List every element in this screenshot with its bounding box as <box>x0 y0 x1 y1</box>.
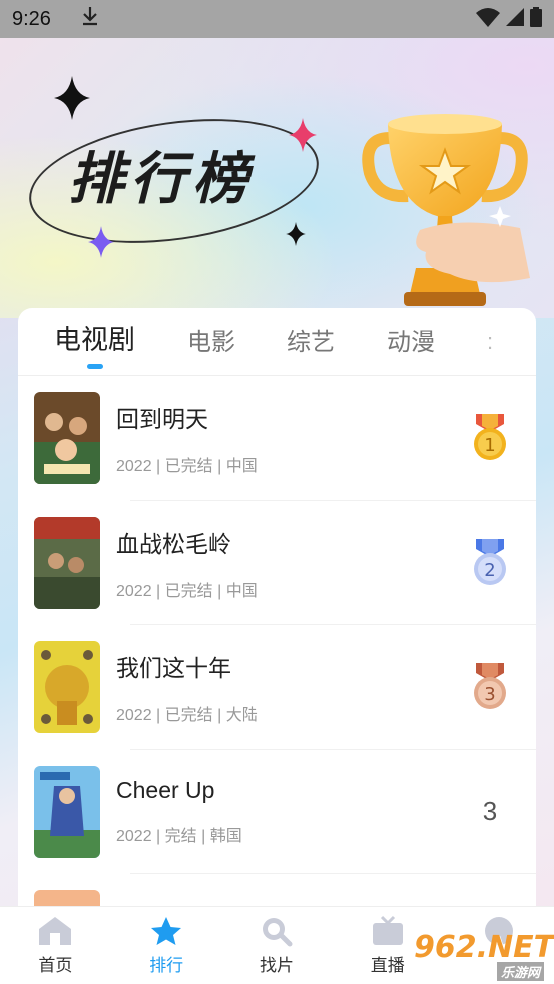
poster-thumbnail <box>34 516 100 609</box>
poster-thumbnail <box>34 765 100 858</box>
sparkle-icon <box>54 76 90 120</box>
category-tabs: 电视剧 电影 综艺 动漫 : <box>18 308 536 376</box>
watermark-main: 962.NET <box>414 930 554 965</box>
tab-movie[interactable]: 电影 <box>187 322 235 375</box>
home-icon <box>39 917 72 945</box>
svg-text:3: 3 <box>484 684 495 705</box>
svg-text:1: 1 <box>484 435 495 456</box>
tab-more-indicator[interactable]: : <box>487 329 493 375</box>
nav-live-label: 直播 <box>370 956 405 975</box>
search-icon <box>262 918 293 947</box>
tv-icon <box>372 915 403 945</box>
nav-find[interactable]: 找片 <box>222 907 333 984</box>
nav-find-label: 找片 <box>259 956 294 975</box>
signal-icon <box>506 7 524 31</box>
wifi-icon <box>476 7 500 32</box>
ranking-row[interactable]: 血战松毛岭 2022 | 已完结 | 中国 2 <box>18 501 536 626</box>
sparkle-purple-icon <box>88 226 114 258</box>
svg-text:2: 2 <box>484 560 495 581</box>
ranking-list: 回到明天 2022 | 已完结 | 中国 1 血战松毛岭 2022 | 已完结 … <box>18 376 536 928</box>
page-title: 排行榜 <box>68 147 254 212</box>
nav-ranking[interactable]: 排行 <box>111 907 222 984</box>
rank-number: 3 <box>470 787 510 837</box>
download-icon <box>81 6 99 32</box>
battery-icon <box>530 6 542 32</box>
nav-home-label: 首页 <box>38 956 73 975</box>
ranking-row[interactable]: 回到明天 2022 | 已完结 | 中国 1 <box>18 376 536 501</box>
nav-home[interactable]: 首页 <box>0 907 111 984</box>
sparkle-pink-icon <box>289 118 317 152</box>
gold-medal-icon: 1 <box>470 413 510 463</box>
watermark-sub: 乐游网 <box>496 962 544 981</box>
nav-ranking-label: 排行 <box>149 956 184 975</box>
tab-tv-series[interactable]: 电视剧 <box>54 318 135 375</box>
tab-variety[interactable]: 综艺 <box>287 322 335 375</box>
hero-banner: 排行榜 <box>0 38 554 318</box>
sparkle-small-icon <box>286 222 306 246</box>
watermark-logo: 962.NET 乐游网 <box>414 930 554 981</box>
poster-thumbnail <box>34 392 100 485</box>
ranking-row[interactable]: 我们这十年 2022 | 已完结 | 大陆 3 <box>18 625 536 750</box>
status-time: 9:26 <box>12 7 51 30</box>
rank-number-text: 3 <box>482 796 498 827</box>
status-bar: 9:26 <box>0 0 554 38</box>
ranking-card: 电视剧 电影 综艺 动漫 : 回到明天 2022 | 已完结 | 中国 1 血战… <box>18 308 536 928</box>
poster-thumbnail <box>34 641 100 734</box>
star-icon <box>151 917 182 945</box>
bronze-medal-icon: 3 <box>470 662 510 712</box>
trophy-icon <box>362 114 530 306</box>
silver-medal-icon: 2 <box>470 538 510 588</box>
ranking-row[interactable]: Cheer Up 2022 | 完结 | 韩国 3 <box>18 750 536 875</box>
tab-anime[interactable]: 动漫 <box>387 322 435 375</box>
